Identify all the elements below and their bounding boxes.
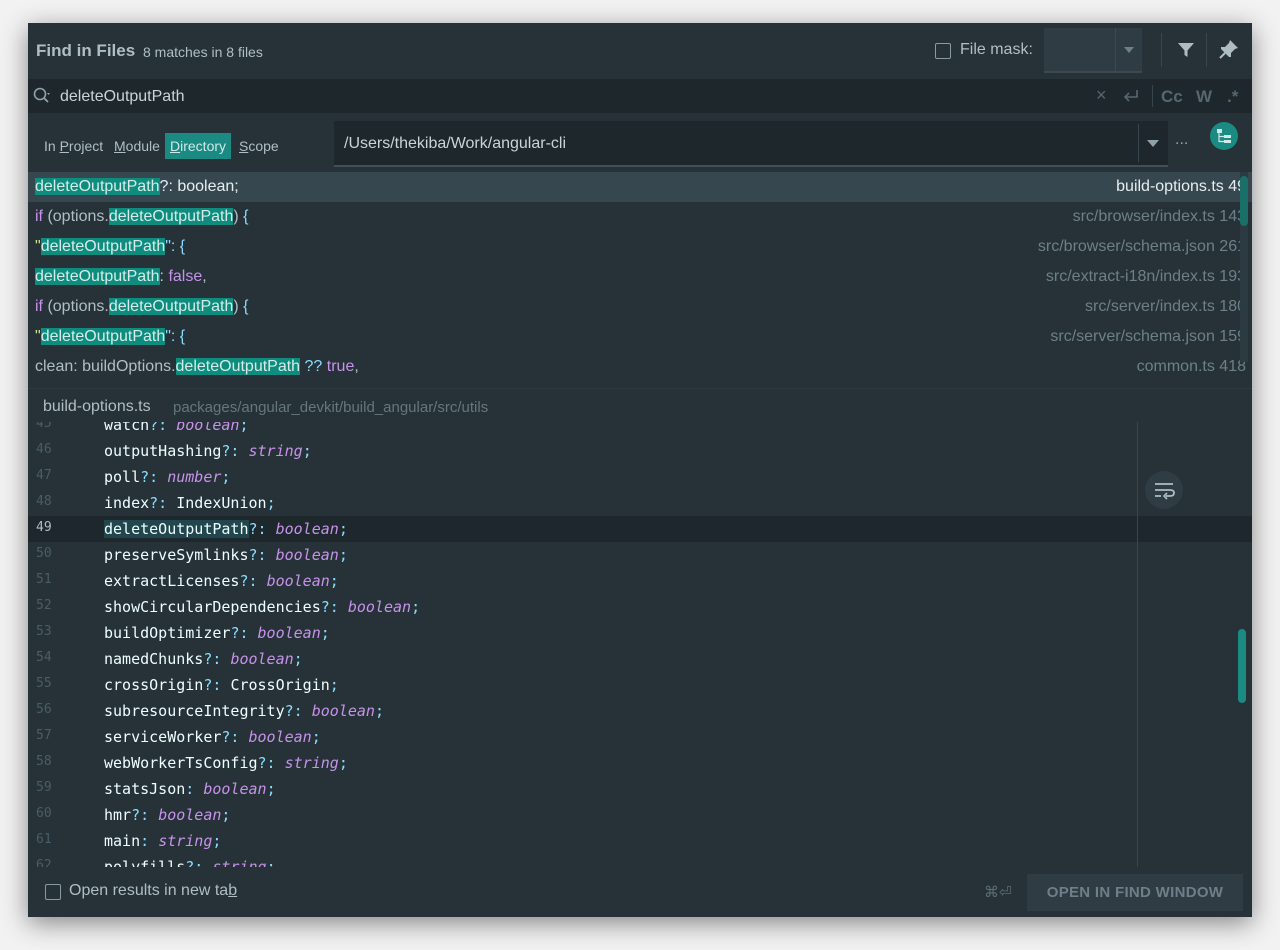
whole-words-toggle[interactable]: W bbox=[1196, 87, 1212, 107]
result-text: deleteOutputPath: false, bbox=[35, 268, 207, 285]
preview-file-name: build-options.ts bbox=[43, 398, 151, 415]
scope-row: In Project Module Directory Scope /Users… bbox=[28, 113, 1252, 172]
shortcut-hint: ⌘⏎ bbox=[984, 884, 1012, 901]
code-line: 53 buildOptimizer?: boolean; bbox=[36, 624, 330, 642]
result-text: if (options.deleteOutputPath) { bbox=[35, 208, 249, 225]
recursive-toggle[interactable] bbox=[1210, 122, 1238, 150]
preview-header: build-options.ts packages/angular_devkit… bbox=[28, 388, 1252, 423]
search-row: deleteOutputPath × Cc W .* bbox=[28, 79, 1252, 113]
match-count: 8 matches in 8 files bbox=[143, 44, 263, 60]
code-line: 62 polyfills?: string; bbox=[36, 858, 276, 867]
result-text: clean: buildOptions.deleteOutputPath ?? … bbox=[35, 358, 359, 375]
file-mask-label[interactable]: File mask: bbox=[960, 41, 1033, 59]
soft-wrap-icon bbox=[1155, 483, 1175, 500]
code-line: 48 index?: IndexUnion; bbox=[36, 494, 276, 512]
code-line-current: 49 deleteOutputPath?: boolean; bbox=[28, 516, 1252, 542]
regex-toggle[interactable]: .* bbox=[1227, 87, 1238, 107]
result-text: "deleteOutputPath": { bbox=[35, 238, 186, 255]
result-location: src/server/schema.json 159 bbox=[1050, 328, 1246, 345]
preview-file-path: packages/angular_devkit/build_angular/sr… bbox=[173, 399, 489, 416]
result-text: if (options.deleteOutputPath) { bbox=[35, 298, 249, 315]
result-location: src/extract-i18n/index.ts 193 bbox=[1045, 268, 1246, 285]
result-location: common.ts 418 bbox=[1136, 358, 1246, 375]
tab-in-project[interactable]: In Project bbox=[44, 133, 103, 159]
result-row[interactable]: "deleteOutputPath": { src/browser/schema… bbox=[28, 232, 1252, 262]
result-location: src/browser/schema.json 261 bbox=[1037, 238, 1246, 255]
result-text: "deleteOutputPath": { bbox=[35, 328, 186, 345]
tab-scope[interactable]: Scope bbox=[239, 133, 279, 159]
code-line: 58 webWorkerTsConfig?: string; bbox=[36, 754, 348, 772]
dialog-header: Find in Files 8 matches in 8 files File … bbox=[28, 23, 1252, 79]
code-line: 52 showCircularDependencies?: boolean; bbox=[36, 598, 421, 616]
code-line: 59 statsJson: boolean; bbox=[36, 780, 276, 798]
code-line: 57 serviceWorker?: boolean; bbox=[36, 728, 321, 746]
match-case-toggle[interactable]: Cc bbox=[1161, 87, 1183, 107]
dialog-title: Find in Files bbox=[36, 41, 136, 60]
result-row[interactable]: deleteOutputPath?: boolean; build-option… bbox=[28, 172, 1252, 202]
open-in-find-window-button[interactable]: OPEN IN FIND WINDOW bbox=[1027, 874, 1243, 911]
result-text: deleteOutputPath?: boolean; bbox=[35, 178, 239, 195]
result-row[interactable]: "deleteOutputPath": { src/server/schema.… bbox=[28, 322, 1252, 352]
code-line: 61 main: string; bbox=[36, 832, 222, 850]
open-in-new-tab-label[interactable]: Open results in new tab bbox=[69, 882, 237, 900]
folder-tree-icon bbox=[1217, 129, 1231, 143]
soft-wrap-button[interactable] bbox=[1145, 471, 1183, 509]
search-input[interactable]: deleteOutputPath bbox=[60, 88, 185, 106]
pin-icon[interactable] bbox=[1218, 38, 1240, 60]
browse-button[interactable]: ... bbox=[1175, 131, 1188, 149]
find-in-files-dialog: Find in Files 8 matches in 8 files File … bbox=[28, 23, 1252, 917]
search-divider bbox=[1152, 85, 1153, 107]
code-line: 56 subresourceIntegrity?: boolean; bbox=[36, 702, 384, 720]
code-line: 47 poll?: number; bbox=[36, 468, 231, 486]
directory-combo[interactable]: /Users/thekiba/Work/angular-cli bbox=[334, 121, 1168, 167]
right-margin-guide bbox=[1137, 422, 1138, 867]
code-line: 45 watch?: boolean; bbox=[36, 422, 249, 434]
header-divider bbox=[1161, 33, 1162, 67]
header-divider bbox=[1206, 33, 1207, 67]
search-icon[interactable] bbox=[32, 86, 54, 106]
clear-icon[interactable]: × bbox=[1096, 85, 1107, 106]
tab-directory[interactable]: Directory bbox=[165, 133, 232, 159]
file-mask-checkbox[interactable] bbox=[935, 43, 951, 59]
code-line: 51 extractLicenses?: boolean; bbox=[36, 572, 339, 590]
result-location: build-options.ts 49 bbox=[1116, 178, 1246, 195]
result-row[interactable]: if (options.deleteOutputPath) { src/brow… bbox=[28, 202, 1252, 232]
open-in-new-tab-checkbox[interactable] bbox=[45, 884, 61, 900]
code-scrollbar[interactable] bbox=[1238, 629, 1246, 703]
dialog-footer: Open results in new tab ⌘⏎ OPEN IN FIND … bbox=[28, 867, 1252, 917]
code-line: 55 crossOrigin?: CrossOrigin; bbox=[36, 676, 339, 694]
newline-icon[interactable] bbox=[1122, 88, 1140, 104]
directory-path: /Users/thekiba/Work/angular-cli bbox=[344, 135, 567, 152]
results-scrollbar[interactable] bbox=[1240, 176, 1248, 226]
code-line: 46 outputHashing?: string; bbox=[36, 442, 312, 460]
filter-icon[interactable] bbox=[1176, 40, 1196, 60]
code-line: 60 hmr?: boolean; bbox=[36, 806, 231, 824]
code-preview[interactable]: 45 watch?: boolean; 46 outputHashing?: s… bbox=[28, 422, 1252, 867]
code-line: 54 namedChunks?: boolean; bbox=[36, 650, 303, 668]
chevron-down-icon[interactable] bbox=[1115, 28, 1142, 71]
result-row[interactable]: clean: buildOptions.deleteOutputPath ?? … bbox=[28, 352, 1252, 382]
code-line: 50 preserveSymlinks?: boolean; bbox=[36, 546, 348, 564]
results-list[interactable]: deleteOutputPath?: boolean; build-option… bbox=[28, 172, 1252, 388]
result-location: src/browser/index.ts 143 bbox=[1072, 208, 1246, 225]
result-row[interactable]: if (options.deleteOutputPath) { src/serv… bbox=[28, 292, 1252, 322]
tab-module[interactable]: Module bbox=[114, 133, 160, 159]
chevron-down-icon[interactable] bbox=[1138, 124, 1167, 162]
result-location: src/server/index.ts 180 bbox=[1085, 298, 1246, 315]
result-row[interactable]: deleteOutputPath: false, src/extract-i18… bbox=[28, 262, 1252, 292]
